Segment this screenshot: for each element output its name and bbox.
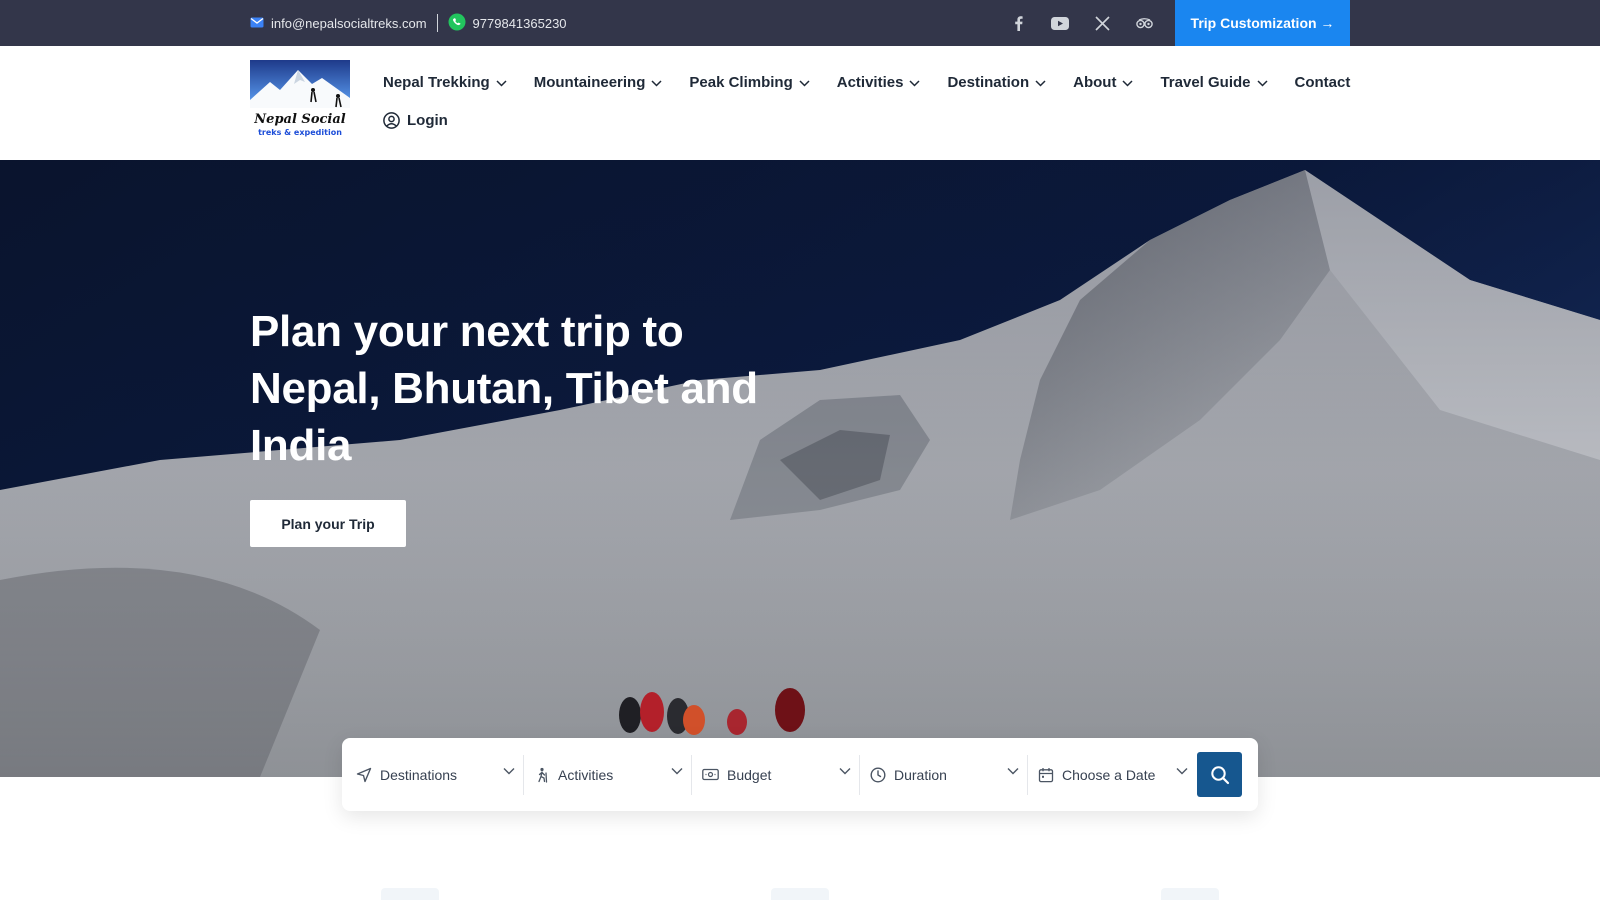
contact-info: info@nepalsocialtreks.com 9779841365230 [250,0,567,46]
chevron-down-icon [1122,79,1133,87]
logo-wordmark: Nepal Social [253,112,345,127]
card-top-hint [1161,888,1219,900]
date-picker[interactable]: Choose a Date [1028,755,1196,795]
trip-search-bar: Destinations Activities Budget Duration … [342,738,1258,811]
nav-item-about[interactable]: About [1073,72,1133,92]
chevron-down-icon [651,79,662,87]
nav-item-label: Peak Climbing [689,73,793,91]
logo[interactable]: Nepal Social treks & expedition [250,60,350,140]
user-circle-icon [383,112,400,129]
nav-item-destination[interactable]: Destination [947,72,1046,92]
chevron-down-icon [496,79,507,87]
mail-icon [250,16,264,31]
nav-item-label: Travel Guide [1160,73,1251,91]
destinations-label: Destinations [380,766,458,783]
x-icon[interactable] [1092,13,1112,33]
budget-select[interactable]: Budget [692,754,860,795]
phone-link[interactable]: 9779841365230 [448,13,567,34]
login-link[interactable]: Login [383,112,448,129]
nav-item-label: Mountaineering [533,73,646,91]
trip-customization-button[interactable]: Trip Customization → [1175,0,1350,46]
trip-customization-label: Trip Customization → [1190,15,1335,31]
activities-label: Activities [558,766,614,783]
search-icon [1210,765,1229,784]
chevron-down-icon [503,767,515,774]
social-links [1008,0,1154,46]
chevron-down-icon [1176,767,1188,774]
facebook-icon[interactable] [1008,13,1028,33]
nav-item-nepal-trekking[interactable]: Nepal Trekking [383,72,507,92]
nav-item-label: About [1073,73,1117,91]
activities-select[interactable]: Activities [524,754,692,795]
chevron-down-icon [839,767,851,774]
top-bar: info@nepalsocialtreks.com 9779841365230 … [0,0,1600,46]
login-label: Login [407,112,448,129]
search-button[interactable] [1197,752,1242,797]
email-link[interactable]: info@nepalsocialtreks.com [250,16,427,31]
chevron-down-icon [909,79,920,87]
destinations-select[interactable]: Destinations [356,754,524,795]
email-text: info@nepalsocialtreks.com [271,15,427,31]
tripadvisor-icon[interactable] [1134,13,1154,33]
chevron-down-icon [1007,767,1019,774]
budget-label: Budget [727,766,772,783]
card-top-hint [381,888,439,900]
navigation-arrow-icon [356,767,372,782]
nav-item-label: Nepal Trekking [383,73,490,91]
whatsapp-icon [448,13,466,34]
chevron-down-icon [671,767,683,774]
banknote-icon [702,768,719,781]
chevron-down-icon [1035,79,1046,87]
duration-label: Duration [894,766,947,783]
nav-item-travel-guide[interactable]: Travel Guide [1160,72,1268,92]
chevron-down-icon [1256,79,1268,87]
chevron-down-icon [799,79,810,87]
hero-section: Plan your next trip to Nepal, Bhutan, Ti… [0,160,1600,777]
divider [436,14,438,32]
duration-select[interactable]: Duration [860,754,1028,795]
calendar-icon [1038,767,1054,782]
phone-text: 9779841365230 [472,15,567,31]
card-top-hint [771,888,829,900]
logo-tagline: treks & expedition [258,128,342,137]
main-header: Nepal Social treks & expedition Nepal Tr… [0,46,1600,160]
main-nav: Nepal Trekking Mountaineering Peak Climb… [383,72,1377,92]
nav-item-peak-climbing[interactable]: Peak Climbing [689,72,810,92]
plan-your-trip-button[interactable]: Plan your Trip [250,500,406,547]
nav-item-activities[interactable]: Activities [837,72,921,92]
nav-item-label: Destination [947,73,1030,91]
hiker-icon [538,767,548,783]
nav-item-label: Contact [1294,73,1351,91]
youtube-icon[interactable] [1050,13,1070,33]
plan-your-trip-label: Plan your Trip [281,515,375,532]
nav-item-contact[interactable]: Contact [1295,72,1351,92]
nav-item-mountaineering[interactable]: Mountaineering [534,72,663,92]
clock-icon [870,766,886,783]
hero-mountain-image [0,160,1600,777]
date-label: Choose a Date [1062,766,1156,783]
hero-title: Plan your next trip to Nepal, Bhutan, Ti… [250,307,758,470]
nav-item-label: Activities [836,73,904,91]
